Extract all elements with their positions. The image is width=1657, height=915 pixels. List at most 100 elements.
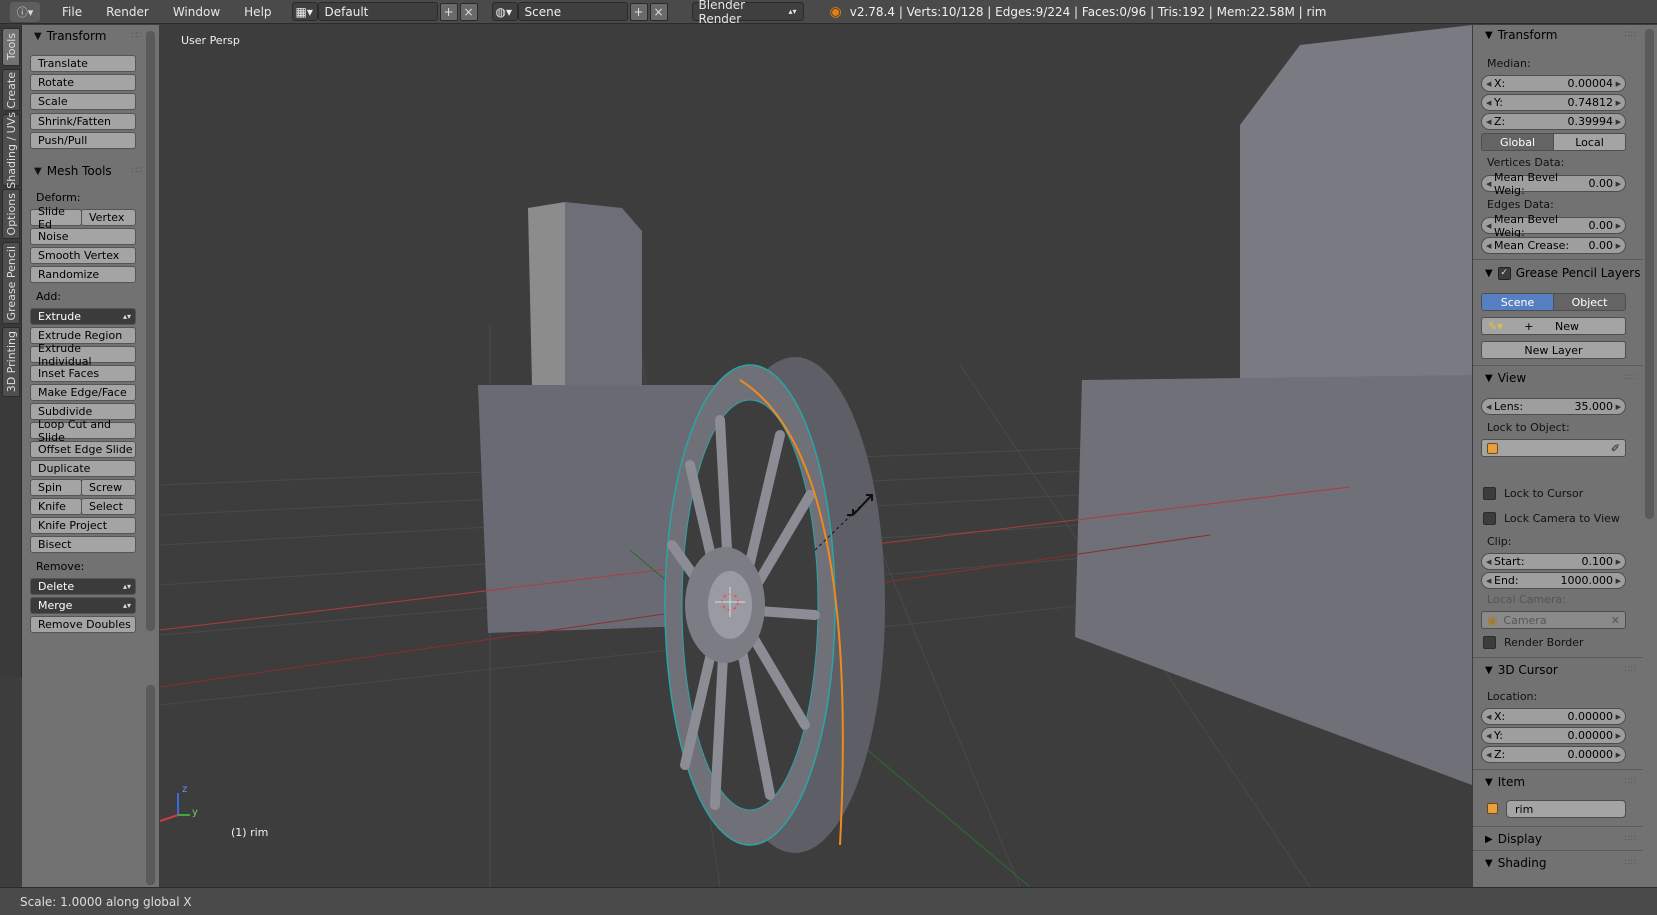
vertex-bevel-field[interactable]: ◀ Mean Bevel Weig: 0.00 ▶ [1481, 171, 1626, 197]
menu-file[interactable]: File [50, 5, 94, 19]
lock-camera-checkbox[interactable]: Lock Camera to View [1483, 512, 1620, 525]
tool-shelf-scrollbar[interactable] [146, 31, 155, 631]
vertex-slide-button[interactable]: Vertex [81, 209, 136, 226]
translate-button[interactable]: Translate [30, 55, 136, 72]
arrow-right-icon[interactable]: ▶ [1616, 80, 1621, 88]
arrow-left-icon[interactable]: ◀ [1486, 732, 1491, 740]
arrow-left-icon[interactable]: ◀ [1486, 80, 1491, 88]
clip-start-field[interactable]: ◀ Start: 0.100 ▶ [1481, 553, 1626, 570]
cursor-z-field[interactable]: ◀ Z: 0.00000 ▶ [1481, 746, 1626, 763]
new-layer-button[interactable]: New Layer [1481, 341, 1626, 359]
arrow-left-icon[interactable]: ◀ [1486, 118, 1491, 126]
tab-grease-pencil[interactable]: Grease Pencil [2, 242, 20, 324]
make-edge-face-button[interactable]: Make Edge/Face [30, 384, 136, 401]
scene-button[interactable]: Scene [1482, 294, 1553, 310]
arrow-left-icon[interactable]: ◀ [1486, 242, 1491, 250]
transform-panel-header[interactable]: ▼ Transform ∷∷ [22, 25, 145, 47]
scale-button[interactable]: Scale [30, 93, 136, 110]
noise-button[interactable]: Noise [30, 228, 136, 245]
offset-edge-slide-button[interactable]: Offset Edge Slide [30, 441, 136, 458]
menu-render[interactable]: Render [94, 5, 161, 19]
arrow-left-icon[interactable]: ◀ [1486, 180, 1491, 188]
arrow-right-icon[interactable]: ▶ [1616, 558, 1621, 566]
knife-select-button[interactable]: Select [81, 498, 136, 515]
tab-shading-uvs[interactable]: Shading / UVs [2, 112, 20, 188]
layout-icon[interactable]: ▦▾ [291, 2, 318, 21]
push-pull-button[interactable]: Push/Pull [30, 132, 136, 149]
arrow-right-icon[interactable]: ▶ [1616, 732, 1621, 740]
eyedropper-icon[interactable]: ✐ [1611, 442, 1620, 455]
smooth-vertex-button[interactable]: Smooth Vertex [30, 247, 136, 264]
scene-name-field[interactable]: Scene [517, 2, 628, 21]
knife-project-button[interactable]: Knife Project [30, 517, 136, 534]
arrow-right-icon[interactable]: ▶ [1616, 751, 1621, 759]
spin-button[interactable]: Spin [30, 479, 82, 496]
screw-button[interactable]: Screw [81, 479, 136, 496]
layout-name-field[interactable]: Default [317, 2, 438, 21]
grip-icon[interactable]: ∷∷ [1625, 777, 1636, 787]
remove-layout-button[interactable]: × [459, 2, 478, 21]
bisect-button[interactable]: Bisect [30, 536, 136, 553]
add-scene-button[interactable]: + [629, 2, 648, 21]
duplicate-button[interactable]: Duplicate [30, 460, 136, 477]
arrow-right-icon[interactable]: ▶ [1616, 118, 1621, 126]
object-button[interactable]: Object [1553, 294, 1625, 310]
arrow-left-icon[interactable]: ◀ [1486, 751, 1491, 759]
arrow-left-icon[interactable]: ◀ [1486, 99, 1491, 107]
arrow-right-icon[interactable]: ▶ [1616, 713, 1621, 721]
3d-viewport[interactable]: User Persp (1) rim z y [160, 25, 1472, 887]
arrow-right-icon[interactable]: ▶ [1616, 242, 1621, 250]
local-button[interactable]: Local [1553, 134, 1625, 150]
arrow-right-icon[interactable]: ▶ [1616, 403, 1621, 411]
display-header[interactable]: ▶ Display ∷∷ [1473, 829, 1638, 849]
cursor-y-field[interactable]: ◀ Y: 0.00000 ▶ [1481, 727, 1626, 744]
scene-icon[interactable]: ◍▾ [491, 2, 518, 21]
grease-checkbox-icon[interactable]: ✓ [1497, 266, 1511, 280]
arrow-left-icon[interactable]: ◀ [1486, 713, 1491, 721]
extrude-individual-button[interactable]: Extrude Individual [30, 342, 136, 368]
slide-edge-button[interactable]: Slide Ed [30, 205, 82, 231]
tool-shelf-scrollbar-lower[interactable] [146, 685, 155, 885]
rotate-button[interactable]: Rotate [30, 74, 136, 91]
lock-object-field[interactable]: ✐ [1481, 439, 1626, 457]
grip-icon[interactable]: ∷∷ [1625, 834, 1636, 844]
randomize-button[interactable]: Randomize [30, 266, 136, 283]
median-y-field[interactable]: ◀ Y: 0.74812 ▶ [1481, 94, 1626, 111]
render-engine-select[interactable]: Blender Render ▴▾ [691, 0, 804, 26]
transform-props-header[interactable]: ▼ Transform ∷∷ [1473, 25, 1638, 45]
menu-help[interactable]: Help [232, 5, 283, 19]
arrow-right-icon[interactable]: ▶ [1616, 180, 1621, 188]
grip-icon[interactable]: ∷∷ [132, 31, 143, 41]
remove-scene-button[interactable]: × [649, 2, 668, 21]
shrink-fatten-button[interactable]: Shrink/Fatten [30, 113, 136, 130]
grip-icon[interactable]: ∷∷ [1625, 665, 1636, 675]
tab-3d-printing[interactable]: 3D Printing [2, 327, 20, 397]
grip-icon[interactable]: ∷∷ [1625, 373, 1636, 383]
arrow-left-icon[interactable]: ◀ [1486, 577, 1491, 585]
add-layout-button[interactable]: + [439, 2, 458, 21]
grip-icon[interactable]: ∷∷ [1625, 30, 1636, 40]
mesh-tools-panel-header[interactable]: ▼ Mesh Tools ∷∷ [22, 160, 145, 182]
merge-select[interactable]: Merge ▴▾ [30, 597, 136, 614]
median-z-field[interactable]: ◀ Z: 0.39994 ▶ [1481, 113, 1626, 130]
arrow-left-icon[interactable]: ◀ [1486, 558, 1491, 566]
arrow-right-icon[interactable]: ▶ [1616, 577, 1621, 585]
view-props-header[interactable]: ▼ View ∷∷ [1473, 368, 1638, 388]
grip-icon[interactable]: ∷∷ [132, 166, 143, 176]
item-header[interactable]: ▼ Item ∷∷ [1473, 772, 1638, 792]
render-border-checkbox[interactable]: Render Border [1483, 636, 1584, 649]
mean-crease-field[interactable]: ◀ Mean Crease: 0.00 ▶ [1481, 237, 1626, 254]
global-button[interactable]: Global [1482, 134, 1553, 150]
arrow-right-icon[interactable]: ▶ [1616, 99, 1621, 107]
delete-select[interactable]: Delete ▴▾ [30, 578, 136, 595]
tab-tools[interactable]: Tools [2, 28, 20, 66]
lens-field[interactable]: ◀ Lens: 35.000 ▶ [1481, 398, 1626, 415]
arrow-left-icon[interactable]: ◀ [1486, 403, 1491, 411]
tab-options[interactable]: Options [2, 189, 20, 239]
grease-pencil-header[interactable]: ▼ ✓ Grease Pencil Layers [1473, 263, 1657, 283]
loop-cut-button[interactable]: Loop Cut and Slide [30, 418, 136, 444]
extrude-select[interactable]: Extrude ▴▾ [30, 308, 136, 325]
cursor-x-field[interactable]: ◀ X: 0.00000 ▶ [1481, 708, 1626, 725]
tab-create[interactable]: Create [2, 69, 20, 111]
grease-new-button[interactable]: ✎▾ + New [1481, 317, 1626, 335]
